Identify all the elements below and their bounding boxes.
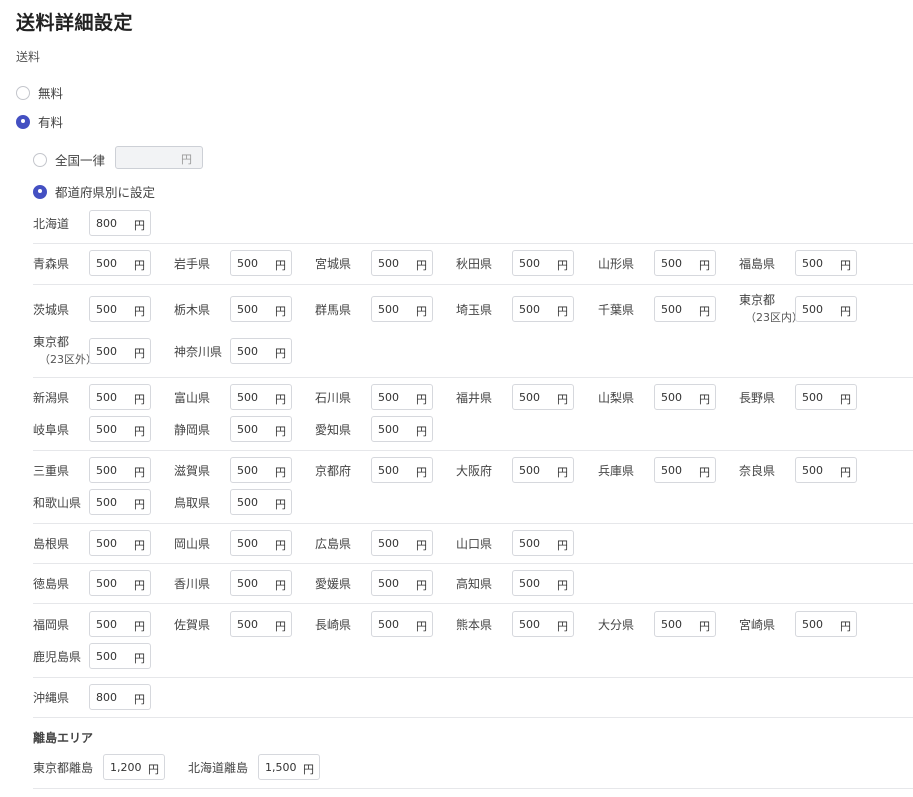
pref-fee-input[interactable]: 500 円 xyxy=(230,296,292,322)
divider xyxy=(33,377,913,378)
pref-fee-input[interactable]: 500 円 xyxy=(89,250,151,276)
radio-by-prefecture-indicator[interactable] xyxy=(33,184,47,199)
pref-fee-input[interactable]: 500 円 xyxy=(89,457,151,483)
pref-fee-input[interactable]: 500 円 xyxy=(654,384,716,410)
divider xyxy=(33,677,913,678)
radio-by-prefecture-label: 都道府県別に設定 xyxy=(55,185,156,200)
flat-rate-unit: 円 xyxy=(181,153,192,166)
pref-fee-input[interactable]: 500 円 xyxy=(512,296,574,322)
radio-flat-rate-label: 全国一律 xyxy=(55,153,106,168)
radio-paid-label: 有料 xyxy=(38,115,64,130)
pref-fee-input[interactable]: 500 円 xyxy=(89,611,151,637)
pref-fee-input[interactable]: 500 円 xyxy=(795,457,857,483)
pref-fee-input[interactable]: 500 円 xyxy=(371,416,433,442)
divider xyxy=(33,450,913,451)
islands-heading: 離島エリア xyxy=(33,731,94,745)
pref-fee-input[interactable]: 500 円 xyxy=(89,570,151,596)
flat-rate-input[interactable]: 円 xyxy=(115,146,203,169)
pref-fee-input[interactable]: 500 円 xyxy=(512,457,574,483)
pref-fee-input[interactable]: 500 円 xyxy=(89,384,151,410)
radio-flat-rate[interactable]: 全国一律 xyxy=(33,150,105,169)
shipping-label: 送料 xyxy=(16,50,41,64)
pref-fee-input[interactable]: 500 円 xyxy=(371,296,433,322)
pref-fee-input[interactable]: 800 円 xyxy=(89,210,151,236)
pref-fee-input[interactable]: 500 円 xyxy=(89,489,151,515)
radio-paid[interactable]: 有料 xyxy=(16,112,63,131)
pref-label: 北海道 xyxy=(33,217,70,231)
pref-fee-input[interactable]: 500 円 xyxy=(795,296,857,322)
divider xyxy=(33,563,913,564)
pref-fee-input[interactable]: 500 円 xyxy=(89,530,151,556)
pref-fee-input[interactable]: 500 円 xyxy=(89,338,151,364)
island-fee-input[interactable]: 1,200 円 xyxy=(103,754,165,780)
pref-fee-input[interactable]: 500 円 xyxy=(371,457,433,483)
pref-fee-input[interactable]: 500 円 xyxy=(230,384,292,410)
radio-paid-indicator[interactable] xyxy=(16,114,30,129)
pref-fee-input[interactable]: 500 円 xyxy=(795,250,857,276)
pref-fee-input[interactable]: 500 円 xyxy=(230,570,292,596)
pref-fee-input[interactable]: 500 円 xyxy=(230,530,292,556)
pref-fee-input[interactable]: 500 円 xyxy=(230,250,292,276)
divider xyxy=(33,603,913,604)
pref-fee-input[interactable]: 500 円 xyxy=(89,296,151,322)
pref-fee-input[interactable]: 500 円 xyxy=(512,384,574,410)
pref-fee-input[interactable]: 500 円 xyxy=(654,457,716,483)
radio-by-prefecture[interactable]: 都道府県別に設定 xyxy=(33,182,155,201)
pref-fee-input[interactable]: 500 円 xyxy=(795,384,857,410)
divider xyxy=(33,523,913,524)
pref-fee-input[interactable]: 500 円 xyxy=(512,530,574,556)
pref-fee-input[interactable]: 500 円 xyxy=(371,250,433,276)
pref-fee-input[interactable]: 500 円 xyxy=(89,416,151,442)
divider xyxy=(33,717,913,718)
pref-fee-input[interactable]: 500 円 xyxy=(371,530,433,556)
pref-fee-input[interactable]: 500 円 xyxy=(89,643,151,669)
pref-fee-input[interactable]: 500 円 xyxy=(654,296,716,322)
radio-flat-rate-indicator[interactable] xyxy=(33,152,47,167)
pref-fee-input[interactable]: 500 円 xyxy=(371,611,433,637)
pref-fee-input[interactable]: 500 円 xyxy=(230,611,292,637)
pref-fee-input[interactable]: 500 円 xyxy=(371,384,433,410)
pref-fee-input[interactable]: 500 円 xyxy=(512,611,574,637)
pref-fee-input[interactable]: 500 円 xyxy=(512,250,574,276)
radio-free-indicator[interactable] xyxy=(16,85,30,100)
pref-fee-input[interactable]: 500 円 xyxy=(654,611,716,637)
page-title: 送料詳細設定 xyxy=(16,12,134,34)
pref-fee-input[interactable]: 500 円 xyxy=(654,250,716,276)
radio-free-label: 無料 xyxy=(38,86,64,101)
pref-fee-input[interactable]: 500 円 xyxy=(230,457,292,483)
radio-free[interactable]: 無料 xyxy=(16,83,63,102)
pref-fee-input[interactable]: 500 円 xyxy=(230,416,292,442)
pref-fee-input[interactable]: 500 円 xyxy=(230,489,292,515)
pref-fee-input[interactable]: 500 円 xyxy=(230,338,292,364)
divider xyxy=(33,284,913,285)
pref-fee-input[interactable]: 500 円 xyxy=(371,570,433,596)
pref-fee-input[interactable]: 500 円 xyxy=(512,570,574,596)
divider xyxy=(33,788,913,789)
island-fee-input[interactable]: 1,500 円 xyxy=(258,754,320,780)
pref-fee-input[interactable]: 800 円 xyxy=(89,684,151,710)
pref-fee-input[interactable]: 500 円 xyxy=(795,611,857,637)
divider xyxy=(33,243,913,244)
